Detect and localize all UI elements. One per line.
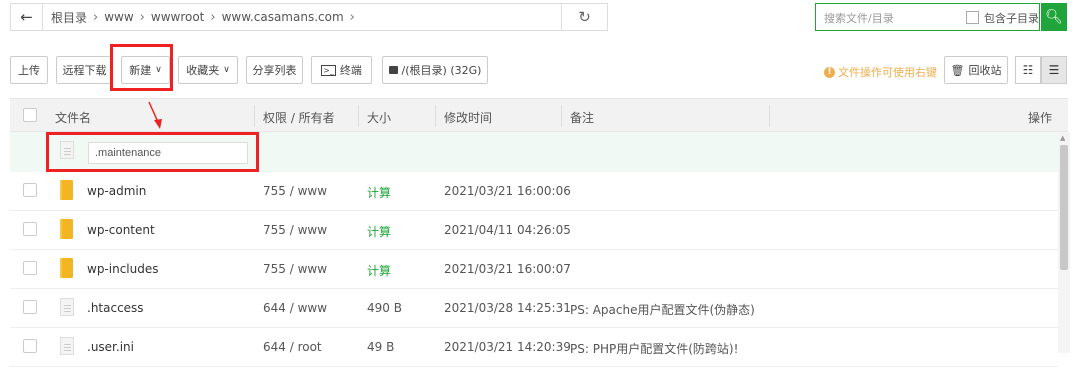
chevron-right-icon: › xyxy=(210,9,216,25)
select-all-checkbox[interactable] xyxy=(23,108,37,122)
table-row[interactable]: wp-includes 755 / www 计算 2021/03/21 16:0… xyxy=(10,250,1058,289)
file-permission[interactable]: 644 / www xyxy=(263,301,327,315)
chevron-right-icon: › xyxy=(139,9,145,25)
scroll-up-arrow-icon[interactable]: ▲ xyxy=(1060,134,1065,142)
back-arrow-icon[interactable]: ← xyxy=(11,4,43,30)
chevron-down-icon: ∨ xyxy=(223,65,230,75)
header-mtime[interactable]: 修改时间 xyxy=(444,109,492,126)
table-row[interactable]: .user.ini 644 / root 49 B 2021/03/21 14:… xyxy=(10,328,1058,367)
column-divider xyxy=(561,105,562,127)
favorites-button[interactable]: 收藏夹 ∨ xyxy=(178,56,238,84)
header-ops: 操作 xyxy=(1028,111,1053,125)
upload-button[interactable]: 上传 xyxy=(10,56,48,84)
file-size-calc[interactable]: 计算 xyxy=(367,184,391,201)
share-list-button[interactable]: 分享列表 xyxy=(246,56,303,84)
folder-icon xyxy=(60,219,73,239)
row-checkbox[interactable] xyxy=(23,222,37,236)
breadcrumb-item-site[interactable]: www.casamans.com xyxy=(222,10,344,24)
list-view-icon[interactable]: ☰ xyxy=(1041,56,1067,84)
file-icon xyxy=(60,337,74,355)
breadcrumb-item-wwwroot[interactable]: wwwroot xyxy=(151,10,205,24)
recycle-label: 回收站 xyxy=(968,64,1002,77)
include-subdir-label: 包含子目录 xyxy=(984,12,1039,25)
include-subdir-checkbox[interactable] xyxy=(966,11,979,24)
recycle-bin-button[interactable]: 🗑︎ 回收站 xyxy=(944,56,1008,84)
table-row[interactable]: wp-content 755 / www 计算 2021/04/11 04:26… xyxy=(10,211,1058,250)
header-size[interactable]: 大小 xyxy=(367,109,391,126)
table-row[interactable]: .htaccess 644 / www 490 B 2021/03/28 14:… xyxy=(10,289,1058,328)
terminal-icon: >_ xyxy=(321,64,336,76)
row-checkbox[interactable] xyxy=(23,261,37,275)
header-note: 备注 xyxy=(570,111,595,125)
breadcrumb-item-root[interactable]: 根目录 xyxy=(51,9,87,26)
file-permission[interactable]: 644 / root xyxy=(263,340,322,354)
file-icon xyxy=(60,298,74,316)
favorites-label: 收藏夹 xyxy=(186,64,220,77)
file-size: 49 B xyxy=(367,340,395,354)
table-header: 文件名 权限 / 所有者 大小 修改时间 备注 操作 xyxy=(10,98,1068,132)
header-name[interactable]: 文件名 xyxy=(55,109,91,126)
file-name[interactable]: wp-admin xyxy=(87,184,146,198)
row-checkbox[interactable] xyxy=(23,183,37,197)
column-divider xyxy=(435,105,436,127)
row-checkbox[interactable] xyxy=(23,339,37,353)
share-list-label: 分享列表 xyxy=(252,64,297,77)
disk-icon xyxy=(388,66,398,74)
remote-download-button[interactable]: 远程下载 xyxy=(56,56,113,84)
tip-label: 文件操作可使用右键 xyxy=(838,66,937,79)
file-name[interactable]: wp-content xyxy=(87,223,155,237)
file-mtime: 2021/03/28 14:25:31 xyxy=(444,301,571,315)
file-note: PS: PHP用户配置文件(防跨站)! xyxy=(570,342,739,356)
search-placeholder: 搜索文件/目录 xyxy=(824,12,894,25)
grid-view-icon[interactable]: ☷ xyxy=(1015,56,1041,84)
file-name[interactable]: .htaccess xyxy=(87,301,144,315)
file-size: 490 B xyxy=(367,301,402,315)
terminal-button[interactable]: >_ 终端 xyxy=(311,56,372,84)
terminal-label: 终端 xyxy=(339,64,362,77)
chevron-right-icon: › xyxy=(93,9,99,25)
file-permission[interactable]: 755 / www xyxy=(263,184,327,198)
folder-icon xyxy=(60,258,73,278)
column-divider xyxy=(769,105,770,127)
file-mtime: 2021/03/21 14:20:39 xyxy=(444,340,571,354)
highlight-box-new xyxy=(110,44,173,91)
search-icon: 🔍︎ xyxy=(1045,9,1063,25)
header-permission[interactable]: 权限 / 所有者 xyxy=(263,109,335,126)
row-checkbox[interactable] xyxy=(23,300,37,314)
refresh-icon[interactable]: ↻ xyxy=(561,4,607,30)
disk-label: /(根目录) (32G) xyxy=(401,64,482,77)
upload-label: 上传 xyxy=(18,64,40,77)
folder-icon xyxy=(60,180,73,200)
search-input[interactable]: 搜索文件/目录 包含子目录 xyxy=(815,3,1040,31)
scrollbar-thumb[interactable] xyxy=(1060,145,1068,270)
file-permission[interactable]: 755 / www xyxy=(263,223,327,237)
table-row[interactable]: wp-admin 755 / www 计算 2021/03/21 16:00:0… xyxy=(10,172,1058,211)
file-name[interactable]: .user.ini xyxy=(87,340,134,354)
disk-button[interactable]: /(根目录) (32G) xyxy=(382,56,488,84)
search-button[interactable]: 🔍︎ xyxy=(1041,3,1067,31)
file-permission[interactable]: 755 / www xyxy=(263,262,327,276)
address-bar[interactable]: ← 根目录 › www › wwwroot › www.casamans.com… xyxy=(10,3,608,31)
column-divider xyxy=(254,105,255,127)
file-note: PS: Apache用户配置文件(伪静态) xyxy=(570,303,755,317)
file-name[interactable]: wp-includes xyxy=(87,262,159,276)
highlight-box-input xyxy=(46,132,259,172)
column-divider xyxy=(358,105,359,127)
file-size-calc[interactable]: 计算 xyxy=(367,223,391,240)
remote-download-label: 远程下载 xyxy=(62,64,107,77)
breadcrumb: 根目录 › www › wwwroot › www.casamans.com › xyxy=(51,4,355,30)
file-mtime: 2021/04/11 04:26:05 xyxy=(444,223,571,237)
trash-icon: 🗑︎ xyxy=(950,63,965,77)
breadcrumb-item-www[interactable]: www xyxy=(104,10,133,24)
arrow-annotation-icon xyxy=(148,101,162,129)
file-mtime: 2021/03/21 16:00:07 xyxy=(444,262,571,276)
file-mtime: 2021/03/21 16:00:06 xyxy=(444,184,571,198)
file-size-calc[interactable]: 计算 xyxy=(367,262,391,279)
chevron-right-icon: › xyxy=(349,9,355,25)
info-icon: ! xyxy=(824,66,835,78)
tip-text: ! 文件操作可使用右键 xyxy=(824,64,937,80)
